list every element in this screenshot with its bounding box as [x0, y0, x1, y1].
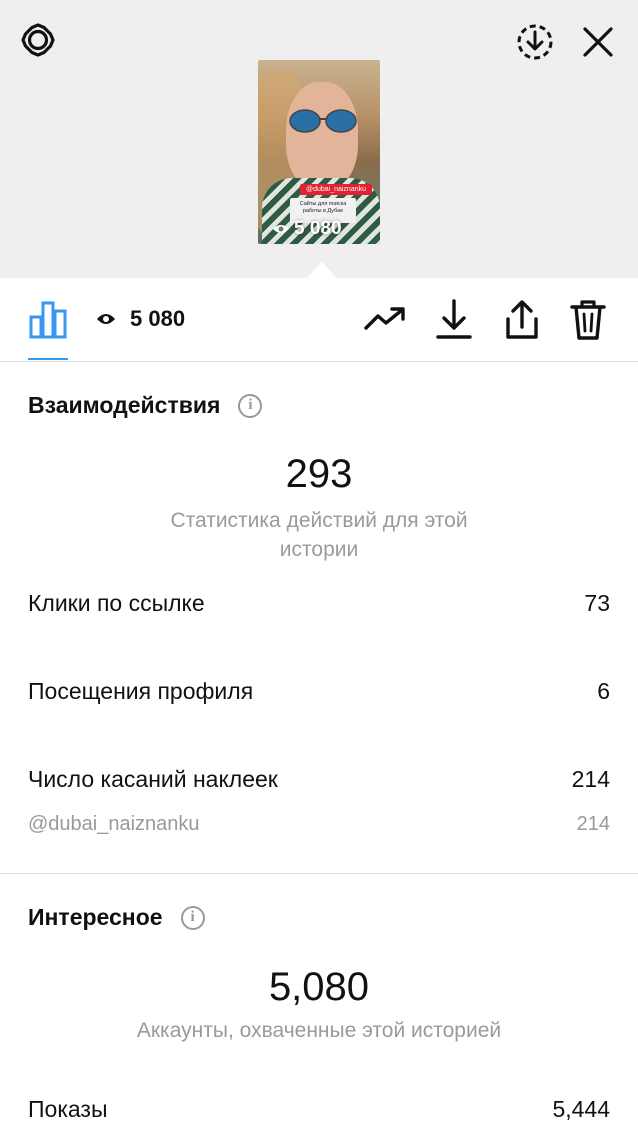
- stat-value: 5,444: [552, 1096, 610, 1122]
- discovery-section-title: Интересное i: [28, 904, 205, 931]
- eye-icon: [273, 225, 289, 233]
- close-button[interactable]: [576, 20, 620, 64]
- selection-pointer: [306, 262, 338, 279]
- story-views-count: 5 080: [294, 218, 342, 239]
- stat-label: Показы: [28, 1096, 108, 1122]
- delete-button[interactable]: [566, 297, 610, 343]
- share-button[interactable]: [500, 297, 544, 343]
- stat-row-sticker-mention: @dubai_naiznanku 214: [28, 813, 610, 836]
- discovery-description: Аккаунты, охваченные этой историей: [136, 1019, 502, 1042]
- story-photo-face: [286, 82, 358, 190]
- interactions-description: Статистика действий для этой истории: [170, 509, 468, 561]
- mention-sticker[interactable]: @dubai_naiznanku: [300, 184, 372, 195]
- insights-tab[interactable]: [26, 297, 70, 341]
- discovery-total: 5,080: [268, 965, 370, 1009]
- sunglasses-graphic: [289, 109, 357, 133]
- stat-row-profile-visits: Посещения профиля 6: [28, 678, 610, 705]
- stat-label: Посещения профиля: [28, 678, 254, 704]
- trending-icon: [364, 307, 405, 330]
- stat-value: 73: [584, 590, 610, 616]
- close-icon: [583, 27, 613, 57]
- story-toolbar: 5 080: [0, 279, 638, 362]
- stat-row-link-clicks: Клики по ссылке 73: [28, 590, 610, 617]
- stat-label: Число касаний наклеек: [28, 766, 278, 792]
- eye-icon: [97, 314, 115, 324]
- bar-chart-icon: [29, 301, 67, 339]
- save-story-button[interactable]: [512, 20, 558, 64]
- download-button[interactable]: [432, 297, 476, 343]
- info-icon[interactable]: i: [238, 393, 263, 418]
- discovery-title: Интересное: [28, 904, 163, 930]
- story-preview-area: @dubai_naiznanku Сайты для поиска работы…: [0, 0, 638, 279]
- info-icon[interactable]: i: [180, 905, 205, 930]
- settings-button[interactable]: [16, 18, 60, 62]
- gear-icon: [21, 23, 55, 57]
- stat-label: Клики по ссылке: [28, 590, 205, 616]
- promote-button[interactable]: [362, 299, 408, 339]
- interactions-section-title: Взаимодействия i: [28, 392, 263, 419]
- stat-row-sticker-taps: Число касаний наклеек 214: [28, 766, 610, 793]
- download-icon: [436, 299, 472, 339]
- share-icon: [506, 300, 538, 339]
- stat-sublabel: @dubai_naiznanku: [28, 813, 200, 835]
- viewers-button[interactable]: 5 080: [96, 306, 185, 332]
- interactions-total: 293: [285, 452, 353, 496]
- trash-icon: [570, 300, 606, 340]
- download-circle-icon: [517, 24, 553, 60]
- active-tab-indicator: [28, 358, 68, 360]
- story-thumbnail[interactable]: @dubai_naiznanku Сайты для поиска работы…: [258, 60, 380, 244]
- views-count: 5 080: [130, 306, 186, 331]
- interactions-title: Взаимодействия: [28, 392, 221, 418]
- section-divider: [0, 873, 638, 874]
- stat-value: 6: [597, 678, 610, 704]
- stat-row-impressions: Показы 5,444: [28, 1096, 610, 1123]
- stat-value: 214: [571, 766, 610, 792]
- stat-subvalue: 214: [576, 813, 610, 835]
- story-views-overlay: 5 080: [272, 218, 342, 240]
